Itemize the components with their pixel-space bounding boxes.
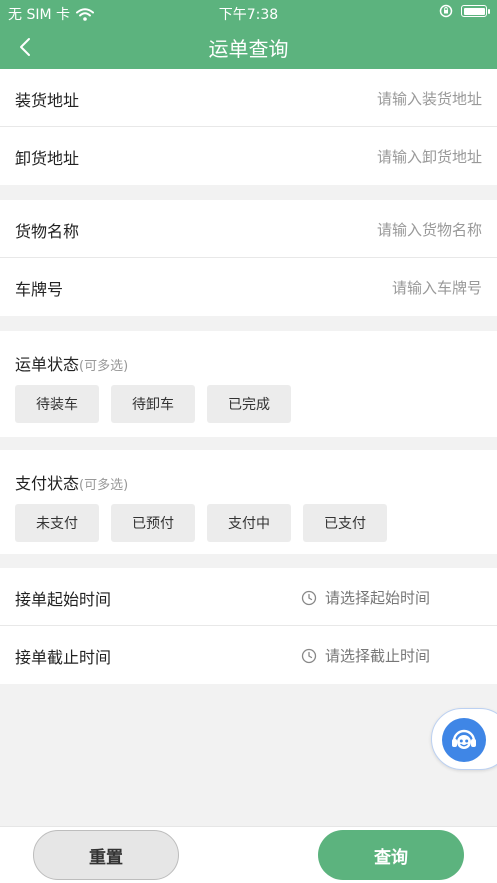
app-header: 无 SIM 卡 下午7:38 运单查询 <box>0 0 497 69</box>
plate-number-input[interactable]: 请输入车牌号 <box>392 277 482 298</box>
reset-button[interactable]: 重置 <box>33 830 179 880</box>
start-time-row[interactable]: 接单起始时间 请选择起始时间 <box>0 568 497 626</box>
robot-assistant-icon <box>442 718 486 762</box>
battery-icon <box>461 5 490 17</box>
customer-service-button[interactable] <box>431 708 497 770</box>
payment-option-paid[interactable]: 已支付 <box>303 504 387 542</box>
time-section: 接单起始时间 请选择起始时间 接单截止时间 请选择截止时间 <box>0 568 497 684</box>
bottom-action-bar: 重置 查询 <box>0 826 497 883</box>
cargo-name-input[interactable]: 请输入货物名称 <box>377 219 482 240</box>
start-time-label: 接单起始时间 <box>15 590 112 609</box>
end-time-picker[interactable]: 请选择截止时间 <box>301 645 430 666</box>
nav-bar: 运单查询 <box>0 24 497 69</box>
end-time-label: 接单截止时间 <box>15 648 112 667</box>
status-right <box>439 4 490 18</box>
loading-address-row[interactable]: 装货地址 请输入装货地址 <box>0 69 497 127</box>
page-title: 运单查询 <box>208 37 289 61</box>
payment-option-paying[interactable]: 支付中 <box>207 504 291 542</box>
payment-option-prepaid[interactable]: 已预付 <box>111 504 195 542</box>
plate-number-label: 车牌号 <box>15 280 64 299</box>
multi-select-hint: (可多选) <box>79 359 129 374</box>
cargo-name-label: 货物名称 <box>15 222 80 241</box>
payment-status-title: 支付状态(可多选) <box>15 474 129 493</box>
address-section: 装货地址 请输入装货地址 卸货地址 请输入卸货地址 <box>0 69 497 185</box>
waybill-status-options: 待装车 待卸车 已完成 <box>15 385 291 423</box>
query-button[interactable]: 查询 <box>318 830 464 880</box>
start-time-placeholder: 请选择起始时间 <box>325 589 431 607</box>
payment-option-unpaid[interactable]: 未支付 <box>15 504 99 542</box>
status-bar: 无 SIM 卡 下午7:38 <box>0 0 497 24</box>
cargo-name-row[interactable]: 货物名称 请输入货物名称 <box>0 200 497 258</box>
payment-status-section: 支付状态(可多选) 未支付 已预付 支付中 已支付 <box>0 450 497 554</box>
loading-address-label: 装货地址 <box>15 91 80 110</box>
status-option-pending-unload[interactable]: 待卸车 <box>111 385 195 423</box>
unloading-address-row[interactable]: 卸货地址 请输入卸货地址 <box>0 127 497 185</box>
status-option-pending-load[interactable]: 待装车 <box>15 385 99 423</box>
unloading-address-input[interactable]: 请输入卸货地址 <box>377 146 482 167</box>
clock-icon <box>301 648 317 663</box>
waybill-status-title: 运单状态(可多选) <box>15 355 129 374</box>
waybill-status-section: 运单状态(可多选) 待装车 待卸车 已完成 <box>0 331 497 437</box>
end-time-placeholder: 请选择截止时间 <box>325 647 431 665</box>
multi-select-hint: (可多选) <box>79 478 129 493</box>
plate-number-row[interactable]: 车牌号 请输入车牌号 <box>0 258 497 316</box>
loading-address-input[interactable]: 请输入装货地址 <box>377 88 482 109</box>
cargo-section: 货物名称 请输入货物名称 车牌号 请输入车牌号 <box>0 200 497 316</box>
clock-icon <box>301 590 317 605</box>
unloading-address-label: 卸货地址 <box>15 149 80 168</box>
end-time-row[interactable]: 接单截止时间 请选择截止时间 <box>0 626 497 684</box>
orientation-lock-icon <box>439 4 453 18</box>
status-time: 下午7:38 <box>218 7 279 23</box>
start-time-picker[interactable]: 请选择起始时间 <box>301 587 430 608</box>
payment-status-options: 未支付 已预付 支付中 已支付 <box>15 504 387 542</box>
status-option-completed[interactable]: 已完成 <box>207 385 291 423</box>
